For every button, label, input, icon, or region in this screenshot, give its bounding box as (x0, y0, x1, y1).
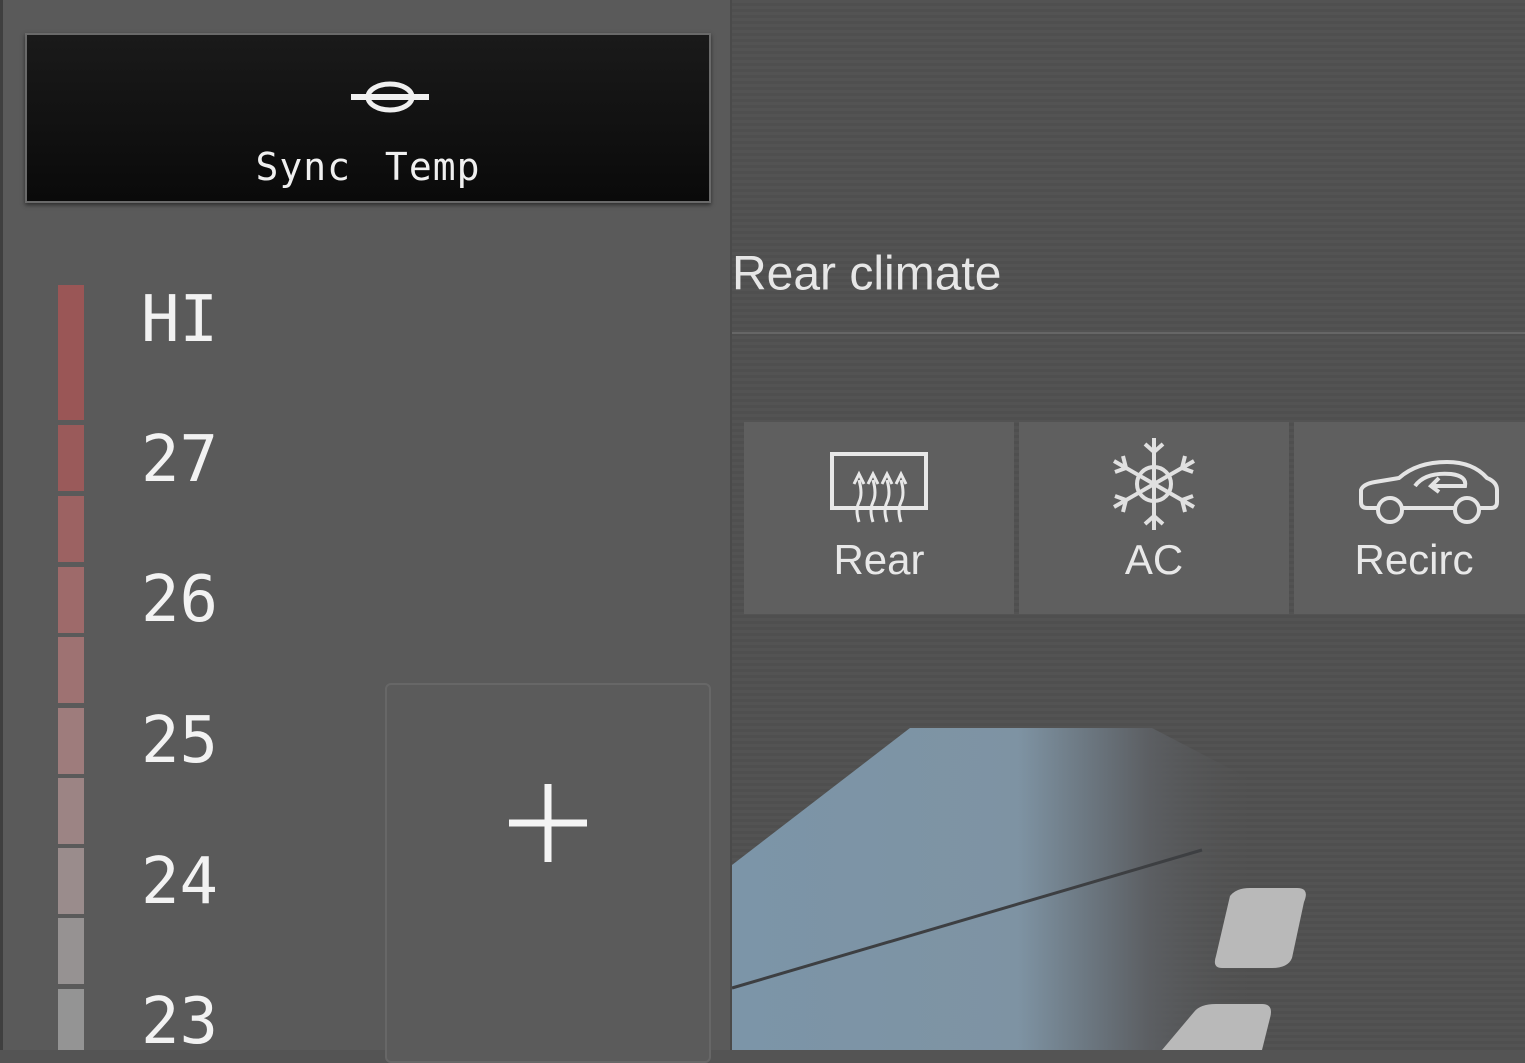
temp-increase-button[interactable] (385, 683, 711, 1063)
rear-climate-area: Rear climate Rear AC Recirc (732, 0, 1525, 1050)
temp-bar-segment (58, 567, 84, 633)
recirc-label: Recirc (1354, 536, 1474, 583)
temp-bar-segment (58, 848, 84, 914)
divider (732, 332, 1525, 334)
snowflake-icon (1113, 438, 1195, 530)
sync-temp-button[interactable]: Sync Temp (25, 33, 711, 203)
temp-bar-segment (58, 496, 84, 562)
temp-bar-segment (58, 918, 84, 984)
temperature-panel: Sync Temp HI 27 26 25 24 23 (0, 0, 732, 1063)
temperature-color-bar (58, 285, 84, 1050)
temp-scale-label[interactable]: 24 (141, 850, 218, 914)
temp-bar-segment (58, 708, 84, 774)
temp-scale-label[interactable]: 25 (141, 709, 218, 773)
rear-defrost-label: Rear (833, 536, 925, 583)
sync-temp-label: Sync Temp (255, 145, 481, 189)
ac-button[interactable]: AC (1019, 422, 1289, 614)
temp-scale-label[interactable]: 26 (141, 568, 218, 632)
temp-bar-segment (58, 989, 84, 1050)
temp-bar-segment (58, 425, 84, 491)
temp-scale-label[interactable]: 27 (141, 428, 218, 492)
rear-defrost-button[interactable]: Rear (744, 422, 1014, 614)
rear-defrost-icon (830, 452, 928, 523)
temp-scale-label[interactable]: HI (141, 288, 218, 352)
plus-icon (509, 784, 587, 862)
temp-bar-segment (58, 637, 84, 703)
temp-bar-segment (58, 778, 84, 844)
recirc-car-icon (1359, 459, 1499, 524)
sync-link-icon (351, 81, 429, 113)
temp-bar-segment (58, 285, 84, 420)
recirc-button[interactable]: Recirc (1294, 422, 1525, 614)
airflow-seat-graphic (732, 728, 1306, 1050)
ac-label: AC (1124, 536, 1184, 583)
temp-scale-label[interactable]: 23 (141, 990, 218, 1054)
rear-climate-title: Rear climate (732, 247, 1002, 301)
